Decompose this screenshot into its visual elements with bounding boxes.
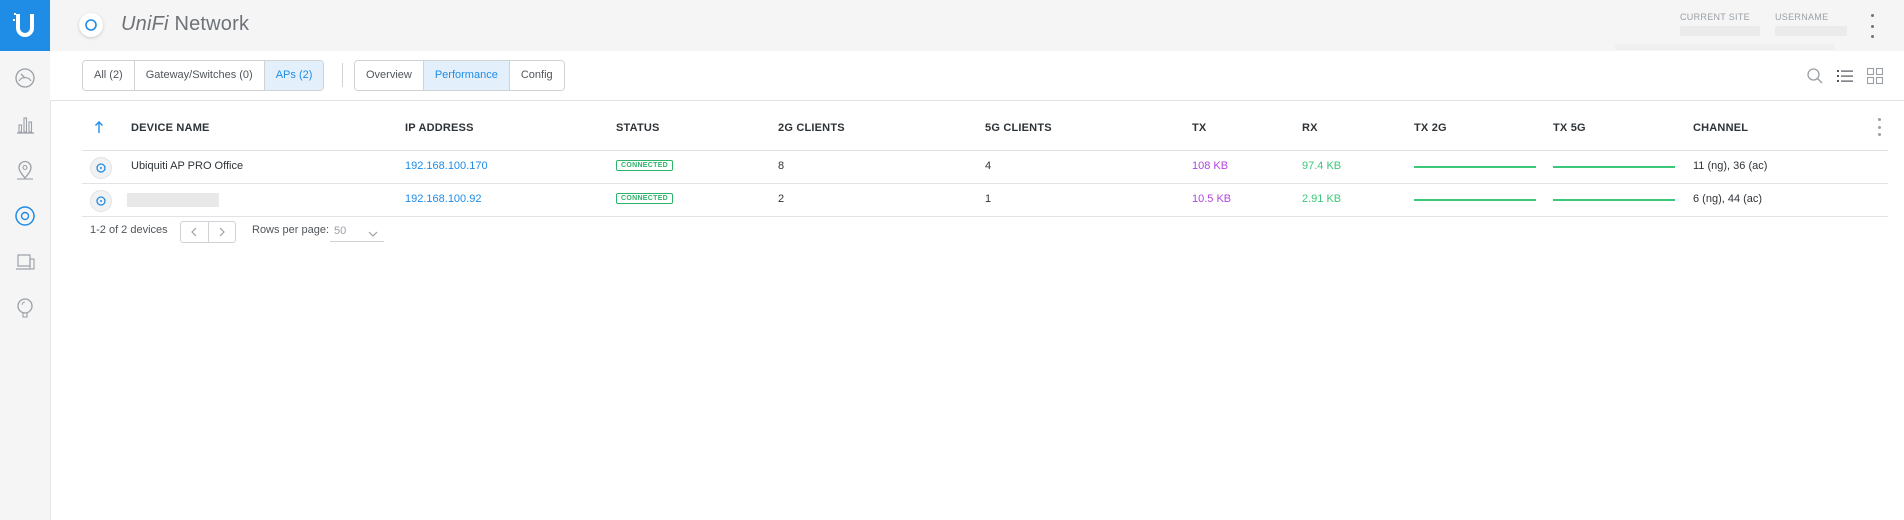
tx-5g-sparkline xyxy=(1553,199,1675,201)
sidebar xyxy=(0,0,51,520)
sort-ascending-icon[interactable] xyxy=(94,120,104,139)
channel-value: 6 (ng), 44 (ac) xyxy=(1693,193,1763,205)
column-tx[interactable]: TX xyxy=(1192,122,1206,134)
rx-value: 97.4 KB xyxy=(1302,160,1342,172)
tx-2g-sparkline xyxy=(1414,199,1536,201)
chevron-down-icon xyxy=(368,225,378,243)
filter-aps[interactable]: APs (2) xyxy=(264,61,324,90)
blurred-region xyxy=(1615,44,1835,50)
column-tx-2g[interactable]: TX 2G xyxy=(1414,122,1447,134)
chevron-right-icon xyxy=(219,227,225,237)
access-point-icon xyxy=(90,190,112,212)
column-status[interactable]: STATUS xyxy=(616,122,660,134)
filter-gateway-switches[interactable]: Gateway/Switches (0) xyxy=(134,61,265,90)
toolbar: All (2) Gateway/Switches (0) APs (2) Ove… xyxy=(50,51,1904,101)
column-device-name[interactable]: DEVICE NAME xyxy=(131,122,210,134)
clients-2g: 2 xyxy=(778,193,785,205)
device-count: 1-2 of 2 devices xyxy=(90,224,168,236)
brand-prefix: UniFi xyxy=(121,13,169,35)
rows-per-page-value: 50 xyxy=(334,225,347,237)
next-page-button[interactable] xyxy=(209,222,236,242)
search-icon[interactable] xyxy=(1806,67,1824,85)
devices-table: DEVICE NAME IP ADDRESS STATUS 2G CLIENTS… xyxy=(82,110,1888,217)
map-icon[interactable] xyxy=(12,157,38,183)
column-5g-clients[interactable]: 5G CLIENTS xyxy=(985,122,1052,134)
column-tx-5g[interactable]: TX 5G xyxy=(1553,122,1586,134)
clients-5g: 4 xyxy=(985,160,992,172)
device-name[interactable]: Ubiquiti AP PRO Office xyxy=(131,160,243,172)
tx-5g-sparkline xyxy=(1553,166,1675,168)
table-row[interactable]: Ubiquiti AP PRO Office 192.168.100.170 C… xyxy=(82,151,1888,184)
column-ip-address[interactable]: IP ADDRESS xyxy=(405,122,474,134)
column-options-icon[interactable] xyxy=(1878,118,1881,136)
column-rx[interactable]: RX xyxy=(1302,122,1318,134)
rows-per-page-select[interactable]: 50 xyxy=(330,221,384,242)
dashboard-icon[interactable] xyxy=(12,65,38,91)
grid-view-icon[interactable] xyxy=(1866,67,1884,85)
channel-value: 11 (ng), 36 (ac) xyxy=(1693,160,1768,172)
clients-icon[interactable] xyxy=(12,249,38,275)
table-header: DEVICE NAME IP ADDRESS STATUS 2G CLIENTS… xyxy=(82,110,1888,151)
brand-suffix: Network xyxy=(174,13,250,35)
device-ip[interactable]: 192.168.100.170 xyxy=(405,160,488,172)
toolbar-divider xyxy=(342,63,343,87)
insights-icon[interactable] xyxy=(12,295,38,321)
column-2g-clients[interactable]: 2G CLIENTS xyxy=(778,122,845,134)
tx-2g-sparkline xyxy=(1414,166,1536,168)
chevron-left-icon xyxy=(191,227,197,237)
table-row[interactable]: 192.168.100.92 CONNECTED 2 1 10.5 KB 2.9… xyxy=(82,184,1888,217)
tab-performance[interactable]: Performance xyxy=(423,61,510,90)
clients-2g: 8 xyxy=(778,160,785,172)
status-badge: CONNECTED xyxy=(616,160,674,171)
tab-config[interactable]: Config xyxy=(509,61,564,90)
more-menu-icon[interactable] xyxy=(1870,14,1874,38)
rx-value: 2.91 KB xyxy=(1302,193,1342,205)
rows-per-page-label: Rows per page: xyxy=(252,224,330,236)
devices-icon[interactable] xyxy=(12,203,38,229)
list-view-icon[interactable] xyxy=(1836,67,1854,85)
tab-overview[interactable]: Overview xyxy=(355,61,424,90)
status-badge: CONNECTED xyxy=(616,193,674,204)
unifi-logo[interactable] xyxy=(0,0,50,51)
app-brand: UniFi Network xyxy=(121,13,249,36)
tx-value: 108 KB xyxy=(1192,160,1229,172)
redacted-device-name[interactable] xyxy=(127,193,219,207)
current-site-label: CURRENT SITE xyxy=(1680,12,1750,22)
device-ip[interactable]: 192.168.100.92 xyxy=(405,193,481,205)
tx-value: 10.5 KB xyxy=(1192,193,1232,205)
pagination: 1-2 of 2 devices Rows per page: 50 xyxy=(90,220,490,243)
column-channel[interactable]: CHANNEL xyxy=(1693,122,1748,134)
access-point-icon xyxy=(90,157,112,179)
view-tab-group: Overview Performance Config xyxy=(354,60,565,91)
unifi-logo-icon xyxy=(13,12,34,37)
device-status-icon xyxy=(79,13,103,37)
device-filter-group: All (2) Gateway/Switches (0) APs (2) xyxy=(82,60,325,91)
previous-page-button[interactable] xyxy=(181,222,209,242)
clients-5g: 1 xyxy=(985,193,992,205)
top-bar: UniFi Network CURRENT SITE USERNAME xyxy=(50,0,1904,52)
filter-all[interactable]: All (2) xyxy=(83,61,135,90)
username-value[interactable] xyxy=(1775,26,1847,36)
username-label: USERNAME xyxy=(1775,12,1829,22)
pager xyxy=(180,221,236,243)
current-site-value[interactable] xyxy=(1680,26,1760,36)
statistics-icon[interactable] xyxy=(12,111,38,137)
